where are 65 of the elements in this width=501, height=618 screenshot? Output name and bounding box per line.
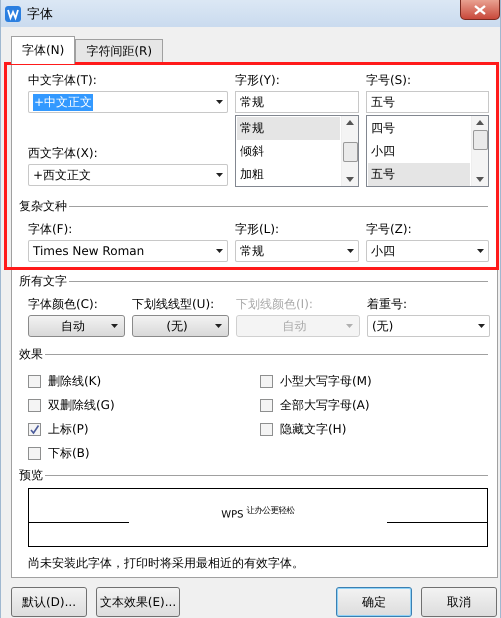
caret-icon — [347, 249, 354, 253]
dropdown[interactable]: (无) — [367, 315, 490, 337]
checkbox[interactable]: 小型大写字母(M) — [260, 369, 480, 393]
field-label: 着重号: — [367, 297, 408, 311]
dropdown[interactable]: 自动 — [28, 315, 125, 337]
field-label: 中文字体(T): — [28, 73, 98, 87]
checkbox[interactable]: 全部大写字母(A) — [260, 393, 480, 417]
field-label: 字形(Y): — [235, 73, 281, 87]
close-button[interactable] — [460, 0, 500, 20]
checkbox[interactable]: 删除线(K) — [28, 369, 260, 393]
list-item[interactable]: 常规 — [237, 117, 340, 140]
note-text: 尚未安装此字体，打印时将采用最相近的有效字体。 — [28, 555, 305, 572]
caret-icon — [346, 324, 353, 328]
font-dropdown[interactable]: +西文正文 — [28, 164, 228, 186]
dialog-button[interactable]: 确定 — [336, 587, 412, 617]
field-label: 字体(F): — [28, 222, 74, 236]
dialog-button[interactable]: 默认(D)... — [11, 587, 87, 617]
preview-text: WPS $^{让办公更轻松}$ — [221, 504, 295, 520]
list-item[interactable]: 四号 — [368, 117, 470, 140]
checkbox[interactable]: 上标(P) — [28, 417, 260, 441]
field-label: 下划线颜色(I): — [236, 297, 314, 311]
dialog-button[interactable]: 文本效果(E)... — [96, 587, 180, 617]
close-icon — [474, 4, 486, 14]
scrollbar[interactable] — [341, 116, 358, 186]
field-label: 下划线线型(U): — [132, 297, 216, 311]
check-icon — [29, 424, 40, 434]
caret-icon — [216, 249, 223, 253]
field-label: 字体颜色(C): — [28, 297, 99, 311]
section-title: 所有文字 — [19, 272, 67, 290]
caret-icon — [216, 173, 223, 177]
caret-icon — [216, 100, 223, 104]
tab[interactable]: 字体(N) — [11, 36, 76, 64]
field-label: 西文字体(X): — [28, 146, 99, 160]
checkbox[interactable]: 下标(B) — [28, 441, 260, 465]
list-item[interactable]: 倾斜 — [237, 140, 340, 163]
dropdown[interactable]: 常规 — [235, 240, 359, 262]
caret-icon — [477, 249, 484, 253]
input-field[interactable]: 常规 — [235, 91, 359, 113]
dropdown[interactable]: Times New Roman — [28, 240, 228, 262]
field-label: 字号(Z): — [366, 222, 413, 236]
section-title: 效果 — [19, 346, 43, 362]
dropdown[interactable]: (无) — [132, 315, 229, 337]
scroll-up-icon[interactable] — [476, 120, 484, 125]
list-item[interactable]: 小四 — [368, 140, 470, 163]
checkbox[interactable]: 双删除线(G) — [28, 393, 260, 417]
list-item[interactable]: 加粗 — [237, 163, 340, 186]
dropdown[interactable]: 小四 — [366, 240, 489, 262]
scroll-up-icon[interactable] — [346, 120, 354, 125]
field-label: 字形(L): — [235, 222, 280, 236]
scrollbar[interactable] — [471, 116, 488, 186]
list-item[interactable]: 五号 — [368, 163, 470, 186]
scroll-down-icon[interactable] — [346, 177, 354, 182]
window-title: 字体 — [27, 6, 53, 22]
caret-icon — [215, 324, 222, 328]
dialog-button[interactable]: 取消 — [421, 587, 497, 617]
caret-icon — [111, 324, 118, 328]
section-title: 复杂文种 — [19, 198, 67, 214]
tab[interactable]: 字符间距(R) — [75, 39, 164, 63]
checkbox[interactable]: 隐藏文字(H) — [260, 417, 480, 441]
field-label: 字号(S): — [366, 73, 412, 87]
app-icon — [5, 6, 21, 22]
input-field[interactable]: 五号 — [366, 91, 489, 113]
section-title: 预览 — [19, 466, 43, 484]
scroll-down-icon[interactable] — [476, 177, 484, 182]
caret-icon — [478, 324, 485, 328]
